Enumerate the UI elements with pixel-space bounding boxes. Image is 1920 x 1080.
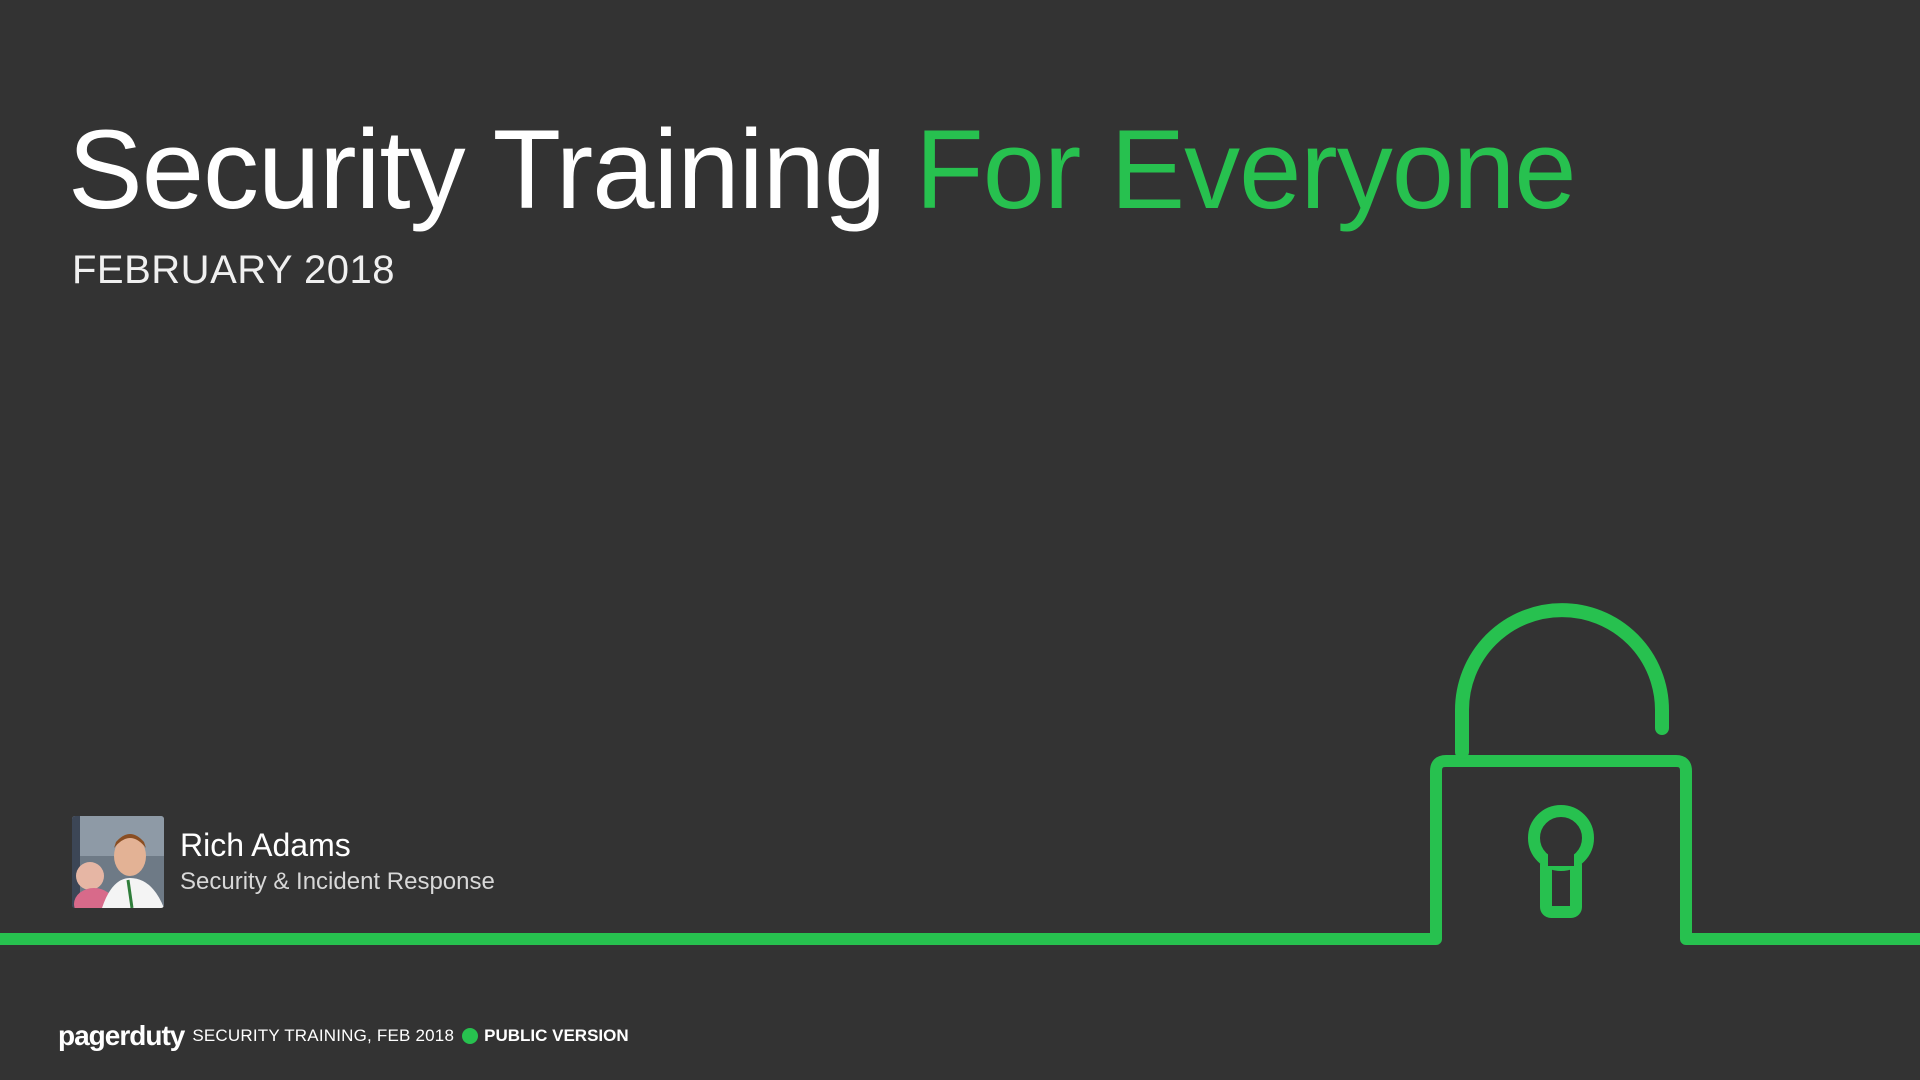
presenter-role: Security & Incident Response [180, 867, 495, 895]
keyhole-icon [1528, 805, 1594, 918]
brand-logo: pagerduty [58, 1020, 185, 1051]
presenter-name: Rich Adams [180, 827, 351, 863]
padlock-icon [1455, 603, 1669, 759]
footer-badge: PUBLIC VERSION [484, 1026, 629, 1045]
slide-footer: pagerduty SECURITY TRAINING, FEB 2018 PU… [58, 1020, 629, 1052]
lock-line-graphic [0, 603, 1920, 945]
status-dot-icon [462, 1028, 479, 1044]
presenter-info: Rich Adams Security & Incident Response [164, 827, 495, 897]
presenter-block: Rich Adams Security & Incident Response [72, 816, 495, 908]
footer-text: SECURITY TRAINING, FEB 2018 [192, 1026, 455, 1045]
avatar [72, 816, 164, 908]
